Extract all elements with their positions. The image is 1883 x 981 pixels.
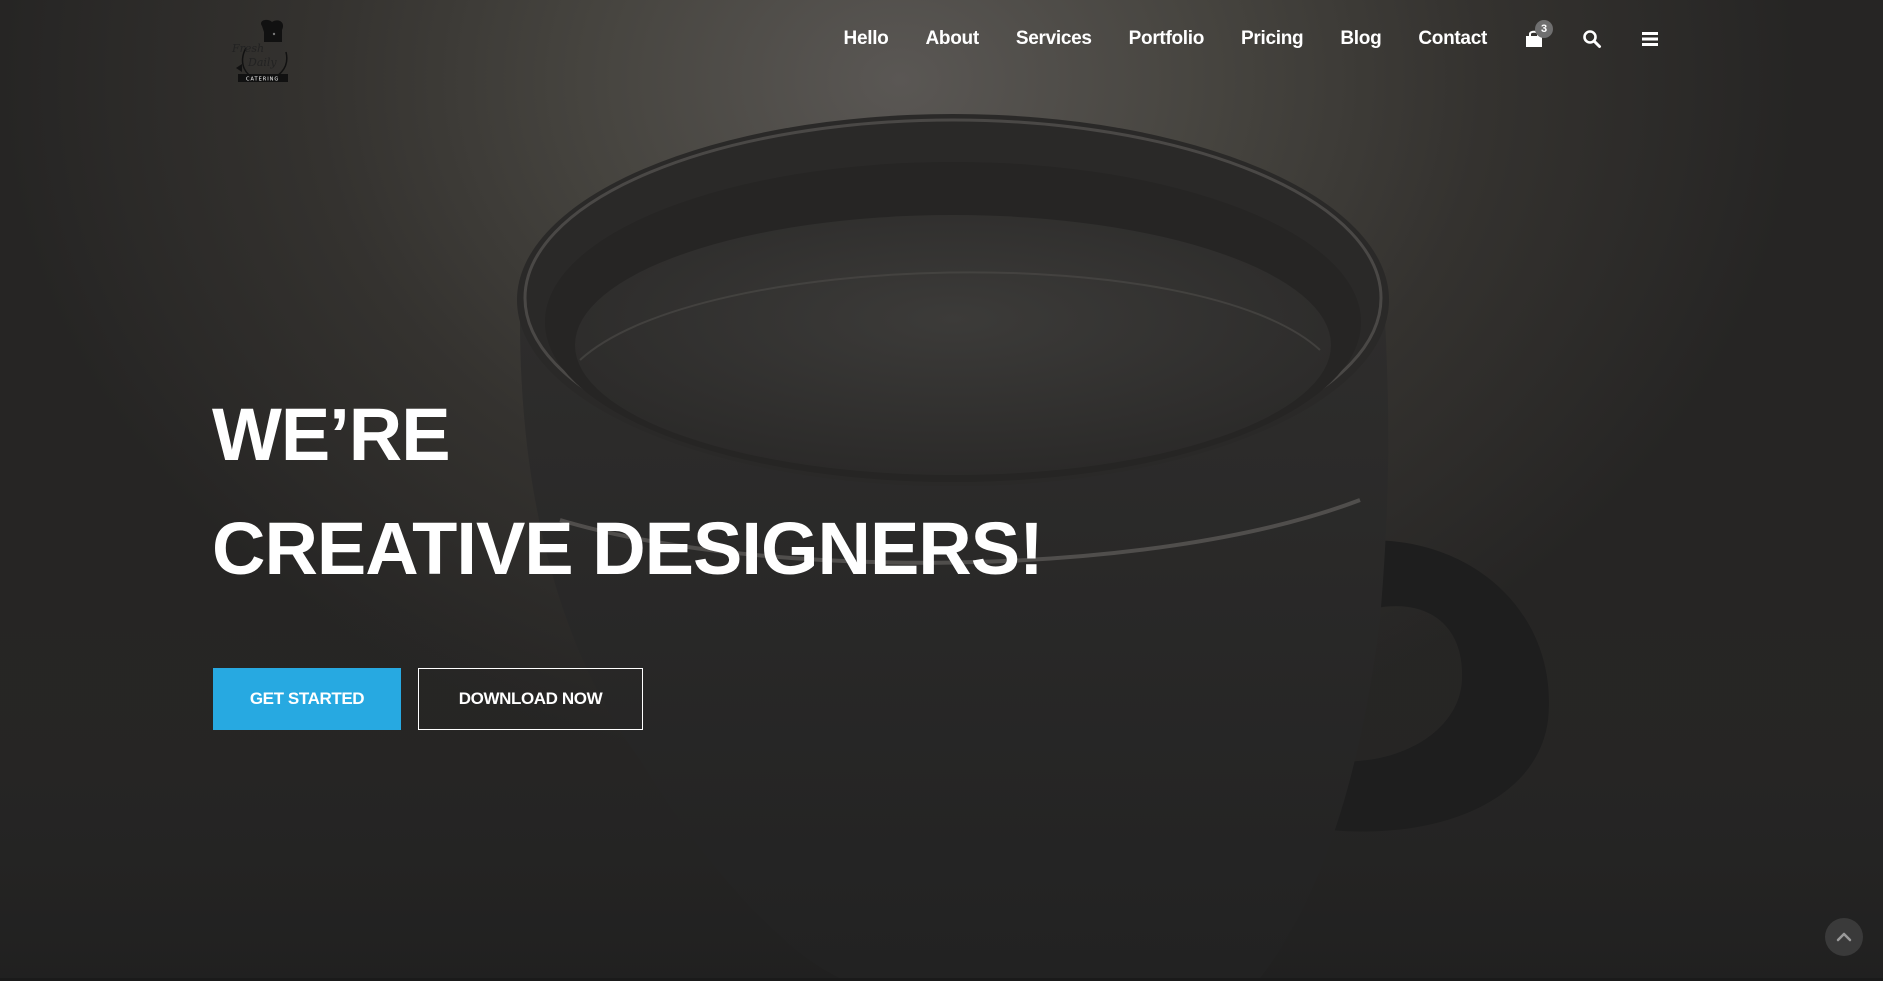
logo-text-line3: CATERING xyxy=(246,77,279,83)
get-started-button[interactable]: GET STARTED xyxy=(213,668,401,730)
main-navigation: Hello About Services Portfolio Pricing B… xyxy=(807,20,1661,52)
chef-hat-logo-icon: Fresh Daily CATERING xyxy=(231,19,288,83)
nav-item-contact[interactable]: Contact xyxy=(1418,28,1487,50)
nav-item-hello[interactable]: Hello xyxy=(844,28,889,50)
brand-logo[interactable]: Fresh Daily CATERING xyxy=(228,18,298,84)
cart-button[interactable]: 3 xyxy=(1523,20,1553,50)
logo-text-line2: Daily xyxy=(247,56,277,69)
cart-count-badge: 3 xyxy=(1535,20,1553,38)
scroll-to-top-button[interactable] xyxy=(1825,918,1863,956)
hero-section: Fresh Daily CATERING Hello About Service… xyxy=(0,0,1883,981)
nav-item-about[interactable]: About xyxy=(925,28,979,50)
hero-headline-line1: WE’RE xyxy=(212,393,451,476)
hero-buttons: GET STARTED DOWNLOAD NOW xyxy=(213,668,643,730)
nav-item-pricing[interactable]: Pricing xyxy=(1241,28,1304,50)
search-icon xyxy=(1583,30,1601,48)
hero-headline: WE’RE CREATIVE DESIGNERS! xyxy=(212,378,1044,606)
search-button[interactable] xyxy=(1581,28,1603,50)
nav-item-services[interactable]: Services xyxy=(1016,28,1092,50)
menu-button[interactable] xyxy=(1639,28,1661,50)
menu-icon xyxy=(1642,32,1658,46)
site-header: Fresh Daily CATERING Hello About Service… xyxy=(0,0,1883,100)
nav-item-blog[interactable]: Blog xyxy=(1340,28,1381,50)
download-now-button[interactable]: DOWNLOAD NOW xyxy=(418,668,643,730)
chevron-up-icon xyxy=(1836,932,1852,942)
hero-headline-line2: CREATIVE DESIGNERS! xyxy=(212,507,1044,590)
logo-text-line1: Fresh xyxy=(231,42,264,55)
nav-item-portfolio[interactable]: Portfolio xyxy=(1129,28,1205,50)
